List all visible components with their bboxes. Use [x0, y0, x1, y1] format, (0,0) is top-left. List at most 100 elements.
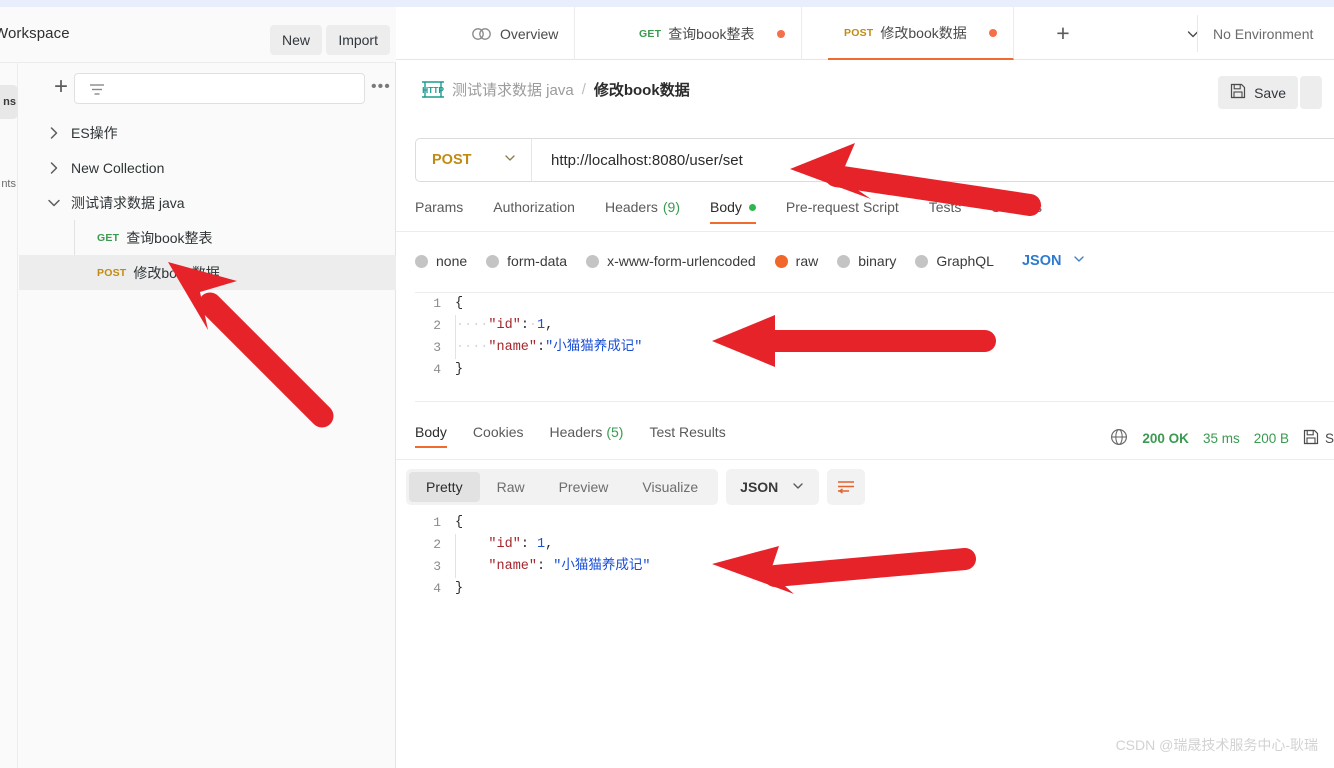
request-tab-headers[interactable]: Headers (9): [605, 199, 680, 224]
json-string: "小猫猫养成记": [553, 559, 651, 574]
word-wrap-toggle[interactable]: [827, 469, 866, 505]
sidebar-filter-input[interactable]: [74, 73, 365, 104]
tree-item-new-collection[interactable]: New Collection: [19, 150, 396, 185]
breadcrumb-parent[interactable]: 测试请求数据 java: [452, 79, 574, 100]
code-line: 3 "name": "小猫猫养成记": [415, 556, 1334, 578]
request-tab-tests[interactable]: Tests: [929, 199, 962, 224]
code-line: 1 {: [415, 293, 1334, 315]
tab-get-book-list[interactable]: GET 查询book整表: [623, 7, 802, 60]
tree-item-test-request-data-java[interactable]: 测试请求数据 java: [19, 185, 396, 220]
tree-request-get-book-list[interactable]: GET 查询book整表: [19, 220, 396, 255]
response-view-toggle: Pretty Raw Preview Visualize: [406, 469, 719, 505]
headers-count: (9): [662, 199, 680, 215]
radio-icon: [586, 254, 600, 268]
body-type-binary[interactable]: binary: [837, 253, 896, 269]
new-item-plus-icon[interactable]: +: [48, 75, 74, 101]
space-guide: ·: [528, 318, 538, 333]
url-input[interactable]: [532, 139, 1334, 181]
body-type-raw[interactable]: raw: [774, 253, 818, 269]
tab-label: Tests: [928, 199, 962, 215]
request-tab-pre-request-script[interactable]: Pre-request Script: [786, 199, 899, 224]
radio-icon: [415, 254, 428, 268]
response-tab-headers[interactable]: Headers (5): [550, 424, 624, 448]
tree-item-label: 测试请求数据 java: [71, 194, 185, 211]
save-icon: [1230, 83, 1246, 102]
collection-tree: ES操作 New Collection 测试请求数据 java GET 查询bo…: [19, 115, 396, 290]
tree-request-post-update-book[interactable]: POST 修改book数据: [19, 255, 396, 290]
section-divider: [396, 231, 1334, 232]
new-button[interactable]: New: [269, 25, 322, 55]
save-icon: [1303, 429, 1319, 448]
sidebar-more-icon[interactable]: •••: [371, 78, 391, 96]
tree-item-es-operations[interactable]: ES操作: [19, 115, 396, 150]
json-number: 1: [537, 318, 546, 333]
line-number: 4: [433, 581, 441, 596]
chevron-right-icon: [45, 124, 63, 142]
body-type-graphql[interactable]: GraphQL: [915, 253, 994, 269]
tab-post-update-book[interactable]: POST 修改book数据: [828, 7, 1014, 60]
code-line: 4 }: [415, 578, 1334, 600]
request-tab-body[interactable]: Body: [710, 199, 756, 224]
view-preview-button[interactable]: Preview: [542, 472, 626, 502]
tab-label: Authorization: [493, 199, 575, 215]
headers-count: (5): [606, 424, 624, 440]
save-options-caret[interactable]: [1300, 76, 1322, 109]
left-rail: ns nts: [0, 63, 18, 768]
save-button[interactable]: Save: [1218, 76, 1298, 109]
response-tab-cookies[interactable]: Cookies: [473, 424, 524, 448]
rail-item-environments[interactable]: nts: [0, 167, 18, 201]
code-token: {: [455, 296, 464, 311]
indent-guides: ····: [456, 318, 489, 333]
tree-item-label: New Collection: [71, 159, 165, 176]
chevron-down-icon: [45, 194, 63, 212]
save-response-button[interactable]: S: [1303, 429, 1334, 448]
view-pretty-button[interactable]: Pretty: [409, 472, 480, 502]
response-body-viewer[interactable]: 1 { 2 "id": 1, 3 "name": "小猫猫养成记" 4 }: [415, 512, 1334, 612]
code-line: 3 ····"name":"小猫猫养成记": [415, 337, 1334, 359]
request-tab-params[interactable]: Params: [415, 199, 463, 224]
response-tab-test-results[interactable]: Test Results: [649, 424, 725, 448]
new-tab-plus-icon[interactable]: +: [1041, 7, 1085, 60]
breadcrumb: 测试请求数据 java / 修改book数据: [452, 78, 690, 100]
method-badge: POST: [97, 266, 127, 279]
line-number: 1: [433, 296, 441, 311]
body-type-form-data[interactable]: form-data: [486, 253, 567, 269]
tab-overview[interactable]: Overview: [456, 7, 576, 60]
json-comma: ,: [545, 537, 554, 552]
environment-selector[interactable]: No Environment: [1213, 7, 1313, 60]
radio-icon: [915, 254, 929, 268]
request-body-format-selector[interactable]: JSON: [1022, 252, 1087, 270]
code-token: }: [455, 581, 464, 596]
view-visualize-button[interactable]: Visualize: [625, 472, 715, 502]
request-tab-settings[interactable]: Settings: [991, 199, 1042, 224]
request-body-editor[interactable]: 1 { 2 ····"id":·1, 3 ····"name":"小猫猫养成记"…: [415, 292, 1334, 402]
body-type-urlencoded[interactable]: x-www-form-urlencoded: [586, 253, 756, 269]
json-colon: :: [520, 537, 538, 552]
tree-request-label: 修改book数据: [133, 264, 220, 281]
body-type-none[interactable]: none: [415, 253, 467, 269]
watermark: CSDN @瑞晟技术服务中心-耿瑞: [1115, 737, 1318, 753]
request-tab-authorization[interactable]: Authorization: [493, 199, 575, 224]
status-badge: 200 OK: [1142, 430, 1189, 446]
unsaved-dot-icon: [776, 29, 785, 38]
workspace-title: Workspace: [0, 25, 70, 42]
breadcrumb-current[interactable]: 修改book数据: [594, 79, 690, 100]
radio-label: form-data: [507, 253, 568, 269]
response-format-selector[interactable]: JSON: [726, 469, 820, 505]
import-button[interactable]: Import: [326, 25, 390, 55]
format-label: JSON: [740, 479, 779, 495]
tab-label: Settings: [991, 199, 1043, 215]
tab-list-chevron-down-icon[interactable]: [1171, 7, 1215, 60]
url-bar: POST: [415, 138, 1334, 182]
tab-label: Cookies: [472, 424, 524, 440]
rail-item-collections[interactable]: ns: [0, 85, 18, 119]
tab-label: Pre-request Script: [785, 199, 899, 215]
view-raw-button[interactable]: Raw: [480, 472, 542, 502]
code-token: }: [455, 362, 464, 377]
http-method-selector[interactable]: POST: [416, 139, 532, 181]
breadcrumb-separator: /: [581, 80, 586, 98]
window-top-strip: [0, 0, 1334, 7]
response-tab-body[interactable]: Body: [415, 424, 447, 448]
code-line: 2 "id": 1,: [415, 534, 1334, 556]
